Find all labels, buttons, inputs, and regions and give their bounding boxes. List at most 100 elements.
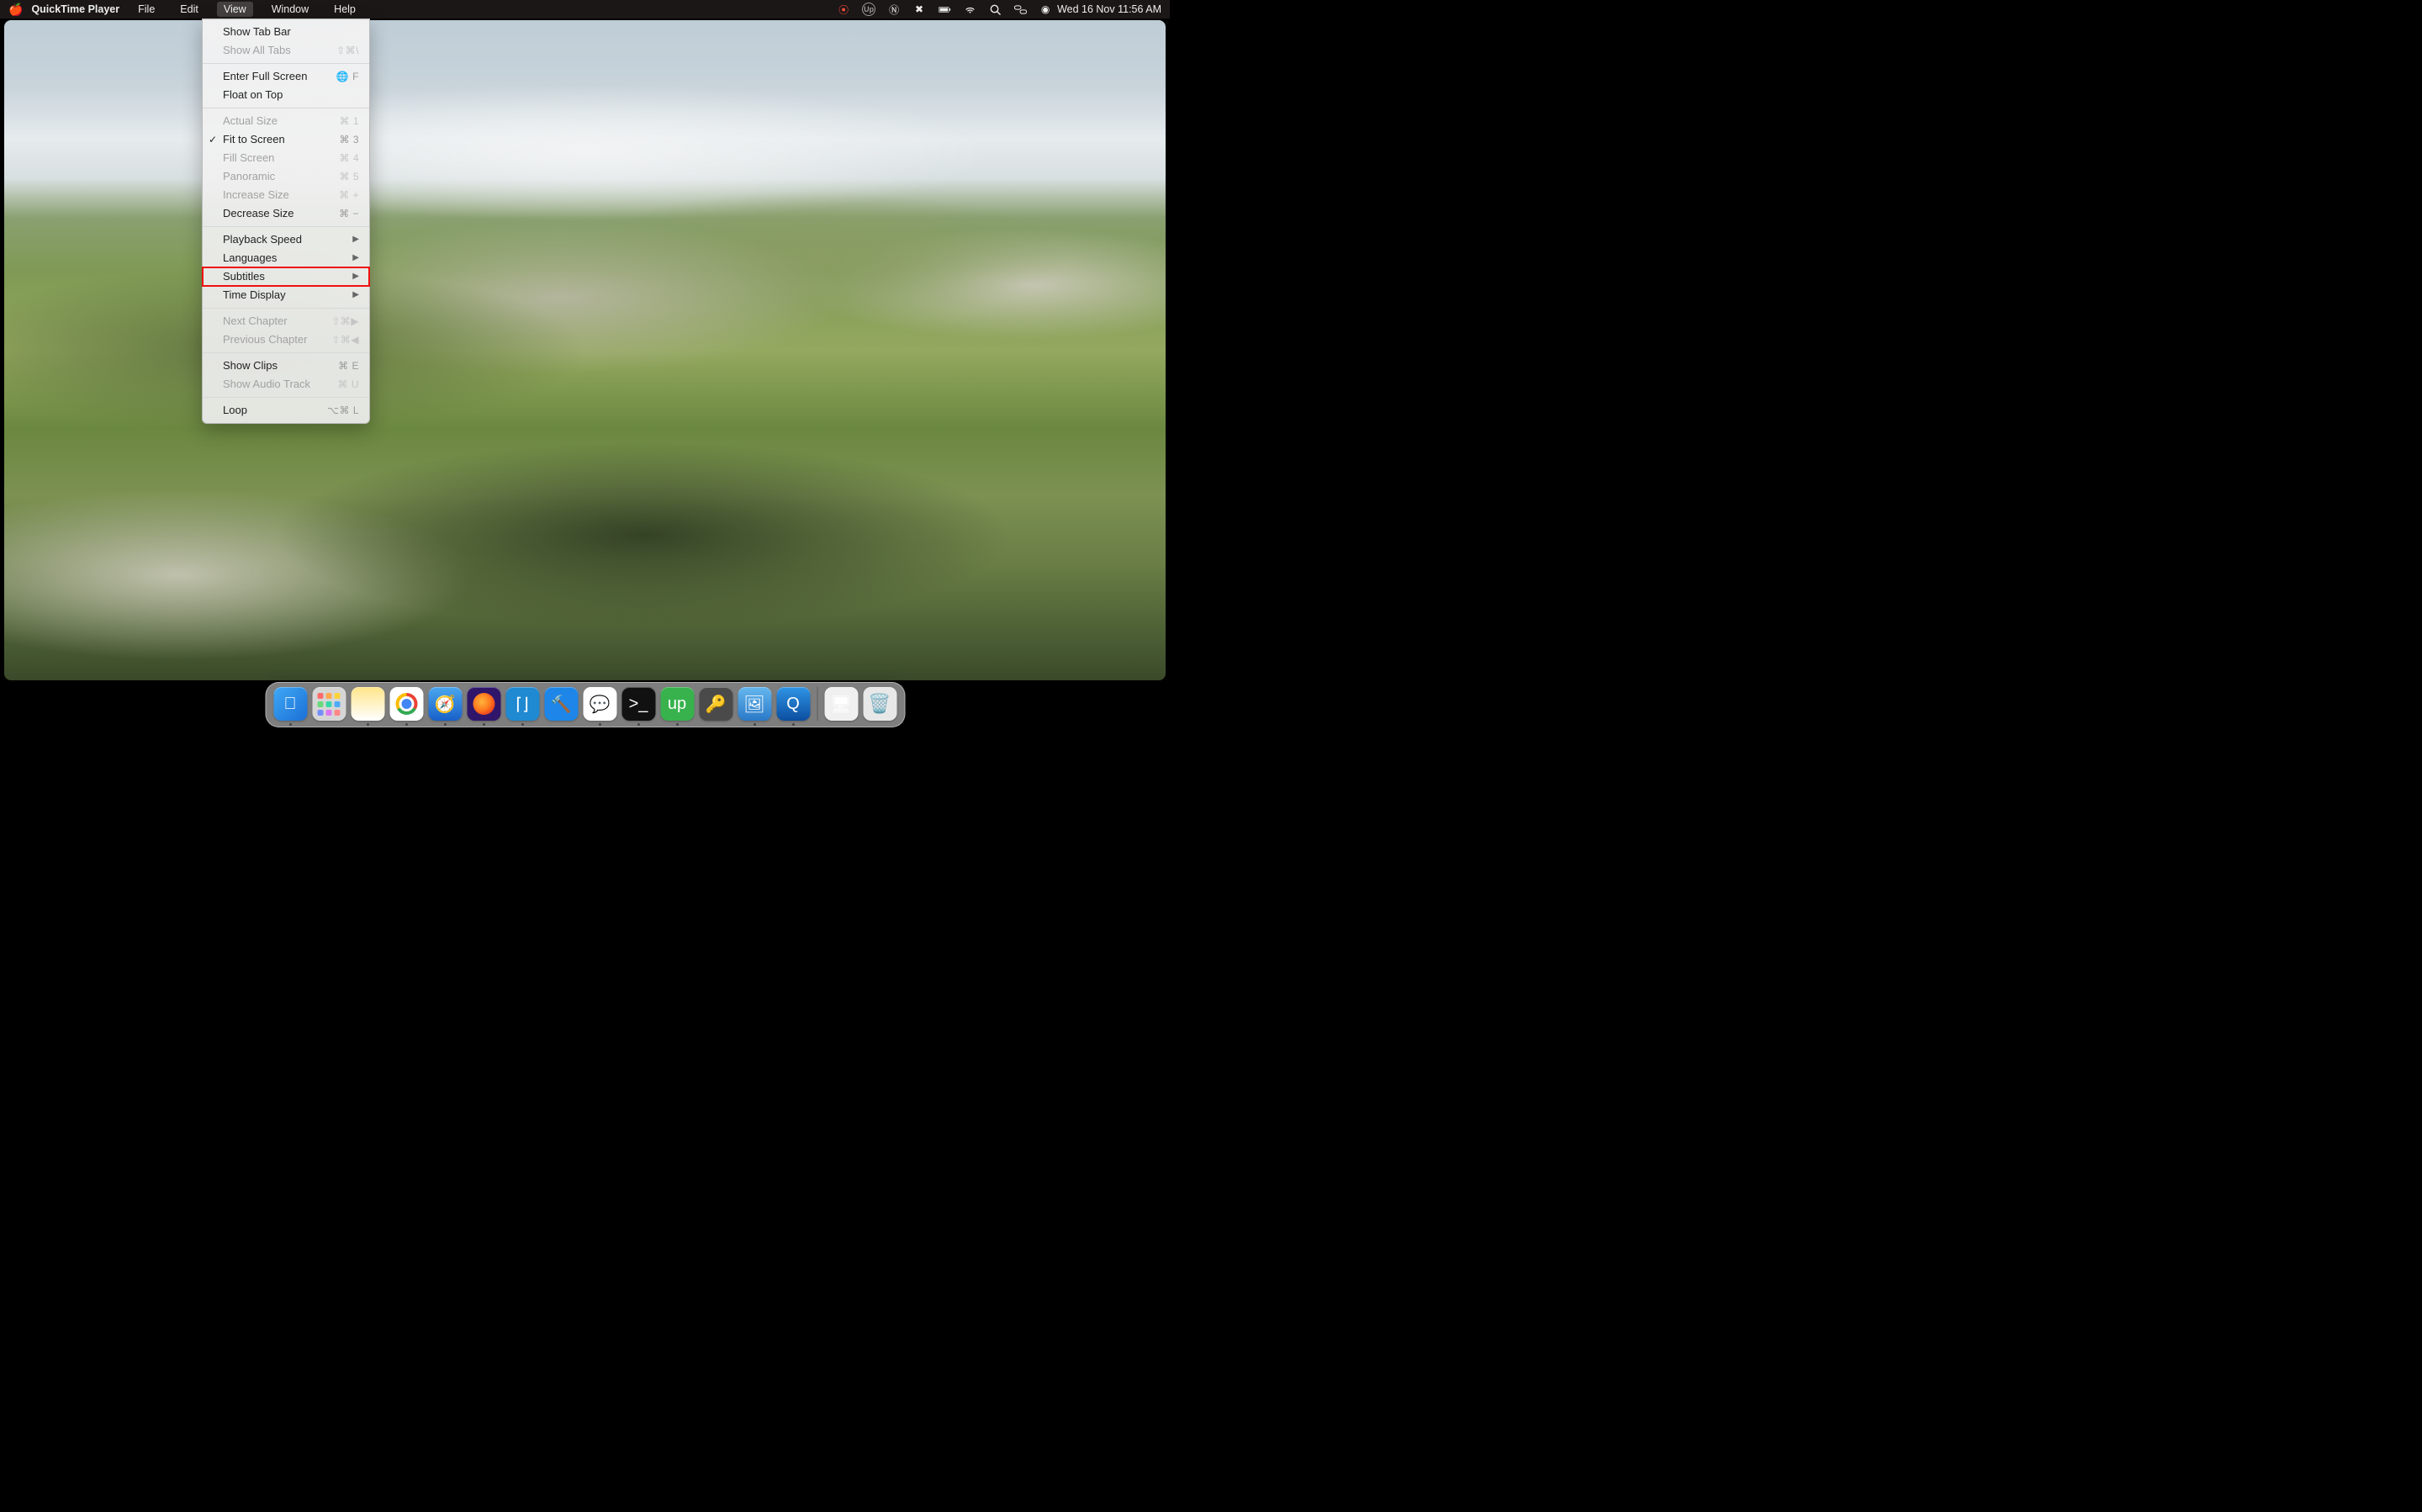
- menu-item-panoramic: Panoramic⌘ 5: [203, 167, 369, 186]
- menu-item-label: Float on Top: [223, 87, 359, 103]
- dock-app-keychain[interactable]: 🔑: [699, 687, 732, 721]
- dock-app-preview[interactable]: 🖼: [738, 687, 771, 721]
- running-indicator: [637, 723, 640, 726]
- trash-icon: 🗑️: [868, 693, 891, 715]
- chrome-icon: [395, 693, 417, 715]
- menu-item-shortcut: 🌐 F: [336, 69, 359, 84]
- menu-item-enter-full-screen[interactable]: Enter Full Screen🌐 F: [203, 67, 369, 86]
- menu-item-time-display[interactable]: Time Display▶: [203, 286, 369, 304]
- submenu-arrow-icon: ▶: [352, 288, 359, 303]
- running-indicator: [483, 723, 485, 726]
- menu-item-label: Show Clips: [223, 358, 338, 373]
- wifi-icon[interactable]: [963, 3, 976, 16]
- menu-item-increase-size: Increase Size⌘ +: [203, 186, 369, 204]
- menu-item-show-clips[interactable]: Show Clips⌘ E: [203, 357, 369, 375]
- battery-icon[interactable]: [938, 3, 951, 16]
- menu-edit[interactable]: Edit: [173, 2, 205, 17]
- menu-item-fill-screen: Fill Screen⌘ 4: [203, 149, 369, 167]
- menu-item-float-on-top[interactable]: Float on Top: [203, 86, 369, 104]
- menu-item-label: Fit to Screen: [223, 132, 339, 147]
- menu-separator: [203, 63, 369, 64]
- dock-app-messages[interactable]: 💬: [583, 687, 616, 721]
- menu-item-shortcut: ⌘ U: [338, 377, 360, 392]
- running-indicator: [405, 723, 408, 726]
- menu-item-label: Loop: [223, 403, 327, 418]
- menu-item-show-all-tabs: Show All Tabs⇧⌘\: [203, 41, 369, 60]
- dock-app-trash[interactable]: 🗑️: [863, 687, 896, 721]
- menu-item-shortcut: ⇧⌘◀: [331, 332, 359, 347]
- submenu-arrow-icon: ▶: [352, 232, 359, 247]
- menu-separator: [203, 226, 369, 227]
- firefox-icon: [473, 693, 494, 715]
- menu-item-label: Playback Speed: [223, 232, 347, 247]
- apple-menu-icon[interactable]: 🍎: [8, 3, 23, 17]
- menu-item-label: Fill Screen: [223, 151, 339, 166]
- menu-item-shortcut: ⌘ −: [339, 206, 359, 221]
- menu-item-languages[interactable]: Languages ▶: [203, 249, 369, 267]
- dock-app-desktop-folder[interactable]: 🖥: [824, 687, 858, 721]
- menu-item-label: Show Tab Bar: [223, 24, 359, 40]
- menubar-clock[interactable]: Wed 16 Nov 11:56 AM: [1057, 3, 1161, 15]
- app-name[interactable]: QuickTime Player: [31, 3, 119, 15]
- running-indicator: [754, 723, 756, 726]
- dock-app-terminal[interactable]: >_: [621, 687, 655, 721]
- video-content[interactable]: [4, 20, 1166, 680]
- view-menu-dropdown: Show Tab BarShow All Tabs⇧⌘\ Enter Full S…: [202, 19, 370, 424]
- dock-app-quicktime[interactable]: Q: [776, 687, 810, 721]
- spotlight-icon[interactable]: [988, 3, 1002, 16]
- menu-item-loop[interactable]: Loop⌥⌘ L: [203, 401, 369, 420]
- menu-help[interactable]: Help: [327, 2, 362, 17]
- menu-item-previous-chapter: Previous Chapter⇧⌘◀: [203, 330, 369, 349]
- dock-app-chrome[interactable]: [389, 687, 423, 721]
- checkmark-icon: ✓: [209, 132, 217, 147]
- menu-window[interactable]: Window: [265, 2, 315, 17]
- launchpad-icon: [318, 693, 341, 716]
- menu-item-subtitles[interactable]: Subtitles▶: [203, 267, 369, 286]
- dock-app-xcode[interactable]: 🔨: [544, 687, 578, 721]
- menu-item-show-tab-bar[interactable]: Show Tab Bar: [203, 23, 369, 41]
- dock-app-firefox[interactable]: [467, 687, 500, 721]
- grammarly-status-icon[interactable]: ✖: [912, 3, 926, 16]
- dock: 􀎞 🧭 ⌈⌋🔨💬>_up🔑🖼Q 🖥 🗑️: [265, 682, 905, 727]
- screen-record-icon[interactable]: ⦿: [837, 3, 850, 16]
- menu-item-shortcut: ⌘ 1: [339, 114, 359, 129]
- menu-item-shortcut: ⇧⌘▶: [331, 314, 359, 329]
- running-indicator: [521, 723, 524, 726]
- menu-separator: [203, 397, 369, 398]
- menu-item-fit-to-screen[interactable]: ✓ Fit to Screen⌘ 3: [203, 130, 369, 149]
- menu-item-next-chapter: Next Chapter⇧⌘▶: [203, 312, 369, 330]
- dock-app-vscode[interactable]: ⌈⌋: [505, 687, 539, 721]
- menu-view[interactable]: View: [217, 2, 253, 17]
- menubar: 🍎 QuickTime Player File Edit View Window Hel…: [0, 0, 1170, 19]
- menu-item-label: Actual Size: [223, 114, 339, 129]
- dock-app-launchpad[interactable]: [312, 687, 346, 721]
- submenu-arrow-icon: ▶: [352, 251, 359, 266]
- notion-status-icon[interactable]: Ⓝ: [887, 3, 901, 16]
- menu-item-label: Panoramic: [223, 169, 339, 184]
- submenu-arrow-icon: ▶: [352, 269, 359, 284]
- menu-item-label: Next Chapter: [223, 314, 331, 329]
- running-indicator: [599, 723, 601, 726]
- menu-item-shortcut: ⌘ E: [338, 358, 359, 373]
- siri-icon[interactable]: ◉: [1039, 3, 1052, 16]
- menu-item-decrease-size[interactable]: Decrease Size⌘ −: [203, 204, 369, 223]
- dock-app-finder[interactable]: 􀎞: [273, 687, 307, 721]
- control-center-icon[interactable]: [1013, 3, 1027, 16]
- menu-file[interactable]: File: [131, 2, 161, 17]
- running-indicator: [444, 723, 447, 726]
- menu-item-playback-speed[interactable]: Playback Speed ▶: [203, 230, 369, 249]
- menu-item-shortcut: ⇧⌘\: [336, 43, 359, 58]
- running-indicator: [289, 723, 292, 726]
- running-indicator: [367, 723, 369, 726]
- dock-app-safari[interactable]: 🧭: [428, 687, 462, 721]
- upwork-status-icon[interactable]: Up: [862, 3, 875, 16]
- menu-item-label: Languages: [223, 251, 347, 266]
- menu-separator: [203, 352, 369, 353]
- menu-item-label: Previous Chapter: [223, 332, 331, 347]
- menu-item-shortcut: ⌘ +: [339, 188, 359, 203]
- menu-item-shortcut: ⌘ 3: [339, 132, 359, 147]
- menu-item-shortcut: ⌘ 4: [339, 151, 359, 166]
- menu-item-label: Show Audio Track: [223, 377, 338, 392]
- dock-app-notes[interactable]: [351, 687, 384, 721]
- dock-app-upwork[interactable]: up: [660, 687, 694, 721]
